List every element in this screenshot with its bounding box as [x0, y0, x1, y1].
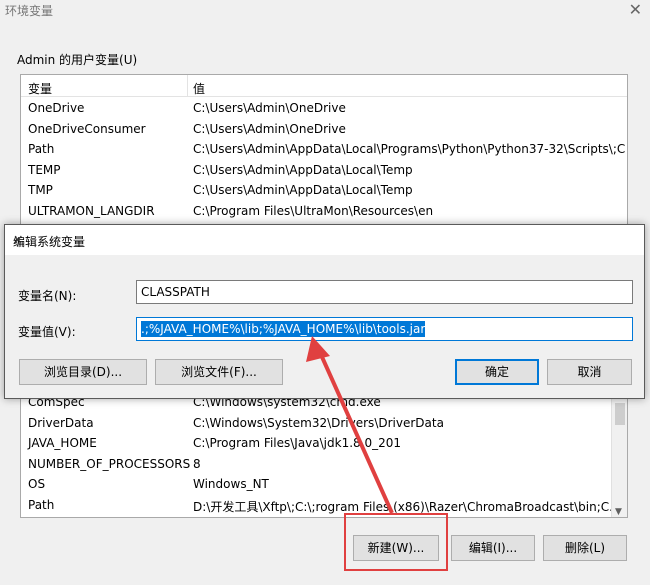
browse-file-button[interactable]: 浏览文件(F)...	[155, 359, 283, 385]
var-name: TEMP	[28, 162, 61, 177]
header-separator	[187, 75, 188, 97]
table-row[interactable]: TMP C:\Users\Admin\AppData\Local\Temp	[21, 179, 627, 200]
variable-name-label: 变量名(N):	[18, 289, 77, 303]
ok-button[interactable]: 确定	[455, 359, 539, 385]
variable-value-input[interactable]: .;%JAVA_HOME%\lib;%JAVA_HOME%\lib\tools.…	[136, 317, 633, 341]
table-row[interactable]: OS Windows_NT	[21, 473, 627, 494]
var-value: 8	[193, 456, 201, 471]
var-name: OS	[28, 477, 46, 492]
var-name: TMP	[28, 183, 53, 198]
var-name: JAVA_HOME	[28, 436, 97, 451]
var-value: C:\Users\Admin\AppData\Local\Temp	[193, 162, 413, 177]
cancel-button[interactable]: 取消	[547, 359, 632, 385]
list-header: 变量 值	[21, 75, 627, 97]
var-value: C:\Users\Admin\OneDrive	[193, 121, 346, 136]
table-row[interactable]: OneDrive C:\Users\Admin\OneDrive	[21, 97, 627, 118]
user-variables-label: Admin 的用户变量(U)	[17, 53, 138, 67]
table-row[interactable]: Path D:\开发工具\Xftp\;C:\;rogram Files (x86…	[21, 494, 627, 515]
table-row[interactable]: DriverData C:\Windows\System32\Drivers\D…	[21, 412, 627, 433]
var-name: DriverData	[28, 415, 94, 430]
selected-value-text: .;%JAVA_HOME%\lib;%JAVA_HOME%\lib\tools.…	[141, 321, 426, 337]
var-value: C:\Program Files\Java\jdk1.8.0_201	[193, 436, 402, 451]
dialog-close-icon[interactable]: ✕	[13, 233, 634, 247]
dialog-titlebar: 编辑系统变量 ✕	[5, 225, 644, 255]
table-row[interactable]: OneDriveConsumer C:\Users\Admin\OneDrive	[21, 118, 627, 139]
system-variables-list[interactable]: ComSpec C:\Windows\system32\cmd.exe Driv…	[20, 390, 628, 518]
variable-name-input[interactable]: CLASSPATH	[136, 280, 633, 304]
var-name: OneDriveConsumer	[28, 121, 146, 136]
table-row[interactable]: TEMP C:\Users\Admin\AppData\Local\Temp	[21, 159, 627, 180]
var-name: Path	[28, 142, 55, 157]
var-value: C:\Users\Admin\OneDrive	[193, 101, 346, 115]
var-value: C:\Users\Admin\AppData\Local\Temp	[193, 183, 413, 198]
edit-button[interactable]: 编辑(I)...	[451, 535, 535, 561]
column-value[interactable]: 值	[193, 80, 205, 97]
var-name: Path	[28, 497, 55, 512]
user-variables-list[interactable]: 变量 值 OneDrive C:\Users\Admin\OneDrive On…	[20, 74, 628, 229]
var-name: NUMBER_OF_PROCESSORS	[28, 456, 191, 471]
window-close-icon[interactable]: ✕	[629, 0, 642, 19]
var-name: OneDrive	[28, 101, 85, 115]
var-value: C:\Users\Admin\AppData\Local\Programs\Py…	[193, 142, 625, 157]
browse-directory-button[interactable]: 浏览目录(D)...	[19, 359, 147, 385]
edit-system-variable-dialog: 编辑系统变量 ✕ 变量名(N): CLASSPATH 变量值(V): .;%JA…	[4, 224, 645, 399]
table-row[interactable]: JAVA_HOME C:\Program Files\Java\jdk1.8.0…	[21, 432, 627, 453]
table-row[interactable]: NUMBER_OF_PROCESSORS 8	[21, 453, 627, 474]
column-variable[interactable]: 变量	[28, 80, 52, 97]
table-row[interactable]: ULTRAMON_LANGDIR C:\Program Files\UltraM…	[21, 200, 627, 221]
annotation-highlight-box	[344, 513, 448, 571]
window-title: 环境变量	[5, 4, 54, 18]
delete-button[interactable]: 删除(L)	[543, 535, 627, 561]
var-value: C:\Program Files\UltraMon\Resources\en	[193, 203, 434, 218]
scroll-down-icon[interactable]: ▼	[615, 507, 622, 517]
var-value: C:\Windows\System32\Drivers\DriverData	[193, 415, 444, 430]
system-list-scrollbar[interactable]: ▼	[611, 391, 627, 517]
scrollbar-thumb[interactable]	[615, 403, 625, 425]
var-name: ULTRAMON_LANGDIR	[28, 203, 155, 218]
variable-value-label: 变量值(V):	[18, 325, 76, 339]
table-row[interactable]: Path C:\Users\Admin\AppData\Local\Progra…	[21, 138, 627, 159]
var-value: Windows_NT	[193, 477, 269, 492]
